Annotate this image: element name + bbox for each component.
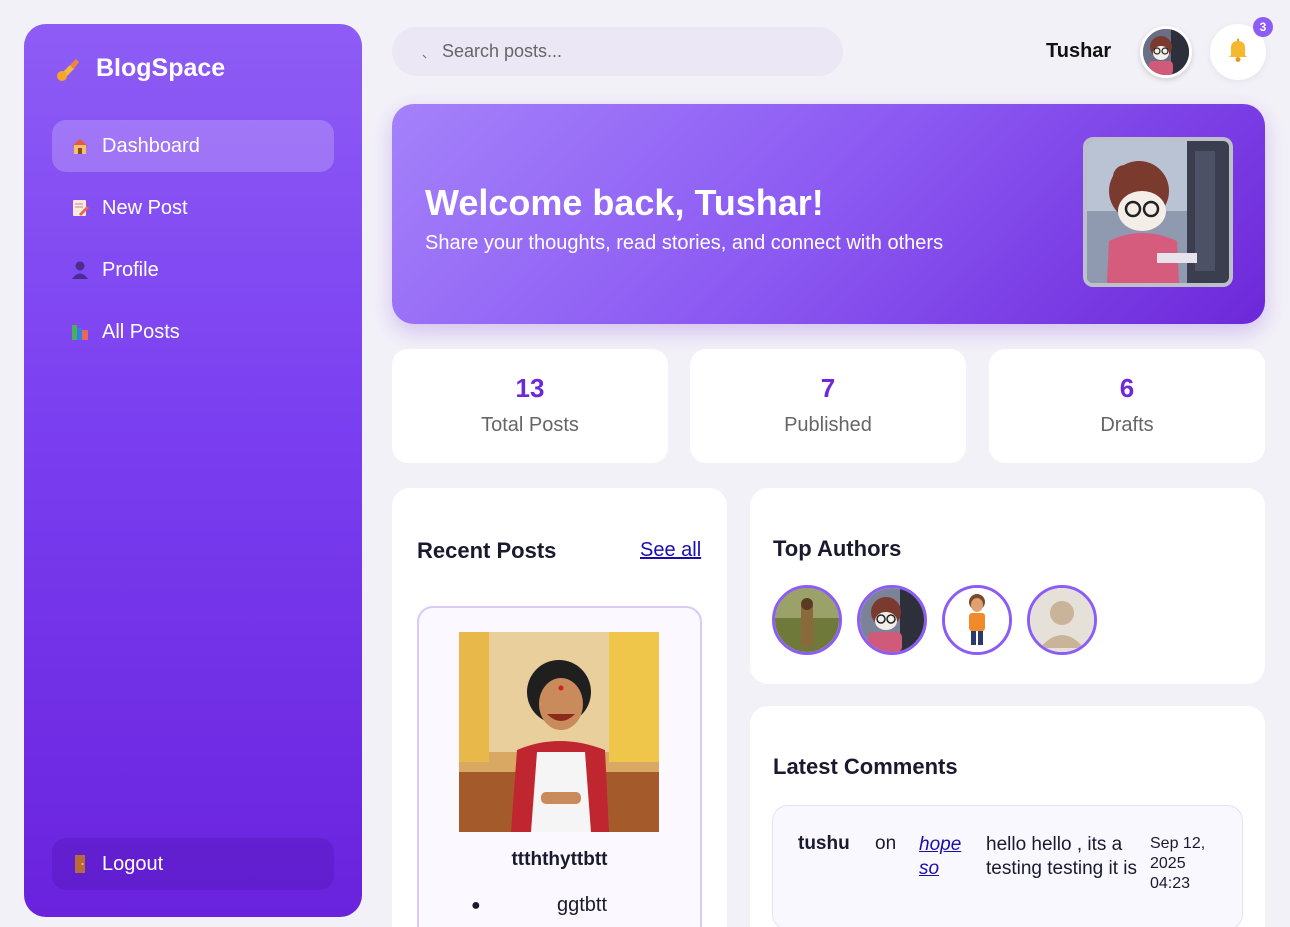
bullet-icon: ● — [471, 897, 481, 914]
comment-date: Sep 12, 2025 04:23 — [1150, 835, 1206, 892]
nav-item-new-post[interactable]: New Post — [52, 182, 334, 234]
stat-value: 6 — [1119, 373, 1135, 403]
author-avatar[interactable] — [857, 585, 927, 655]
search-input[interactable] — [442, 41, 822, 62]
latest-comments-panel: Latest Comments tushu on hope so hello h… — [750, 706, 1265, 927]
stat-label: Total Posts — [481, 414, 579, 436]
latest-comments-title: Latest Comments — [773, 754, 958, 779]
sidebar: BlogSpace Dashboard New Post Profile All… — [24, 24, 362, 917]
top-authors-panel: Top Authors — [750, 488, 1265, 684]
stat-label: Drafts — [1100, 414, 1154, 436]
nav-item-dashboard[interactable]: Dashboard — [52, 120, 334, 172]
welcome-banner: Welcome back, Tushar! Share your thought… — [392, 104, 1265, 324]
door-icon — [70, 854, 90, 874]
user-avatar[interactable] — [1140, 26, 1192, 78]
logout-button[interactable]: Logout — [52, 838, 334, 890]
stat-value: 7 — [820, 373, 836, 403]
stat-value: 13 — [515, 373, 545, 403]
brand-name: BlogSpace — [96, 54, 226, 82]
nav-item-profile[interactable]: Profile — [52, 244, 334, 296]
house-icon — [70, 136, 90, 156]
comment-on-label: on — [875, 833, 897, 854]
header-username: Tushar — [1046, 40, 1112, 62]
memo-icon — [70, 198, 90, 218]
bell-icon — [1224, 36, 1252, 69]
post-excerpt: ggtbtt — [557, 894, 608, 916]
stat-card-total-posts: 13 Total Posts — [392, 349, 668, 463]
author-avatar-default[interactable] — [1027, 585, 1097, 655]
welcome-title: Welcome back, Tushar! — [425, 182, 824, 223]
nav-label-new-post: New Post — [102, 196, 188, 219]
post-thumbnail — [459, 632, 659, 832]
search-icon — [420, 46, 432, 58]
writing-hand-icon — [54, 55, 82, 83]
author-avatar[interactable] — [772, 585, 842, 655]
profile-illustration — [1083, 137, 1233, 287]
post-title: ttththyttbtt — [511, 849, 608, 870]
comment-post-link[interactable]: hope so — [919, 833, 979, 881]
stat-card-drafts: 6 Drafts — [989, 349, 1265, 463]
comment-author: tushu — [798, 833, 850, 854]
nav-label-all-posts: All Posts — [102, 320, 180, 343]
user-silhouette-icon — [70, 260, 90, 280]
welcome-subtitle: Share your thoughts, read stories, and c… — [425, 232, 944, 254]
brand[interactable]: BlogSpace — [54, 54, 225, 83]
logout-label: Logout — [102, 852, 164, 875]
stat-label: Published — [784, 414, 872, 436]
books-icon — [70, 322, 90, 342]
author-avatar[interactable] — [942, 585, 1012, 655]
recent-posts-panel: Recent Posts See all ttththyttbtt ● ggtb… — [392, 488, 727, 927]
comment-text: hello hello , its a testing testing it i… — [986, 834, 1138, 879]
comment-item: tushu on hope so hello hello , its a tes… — [772, 805, 1243, 927]
nav-label-dashboard: Dashboard — [102, 134, 200, 157]
nav-label-profile: Profile — [102, 258, 159, 281]
stat-card-published: 7 Published — [690, 349, 966, 463]
nav-item-all-posts[interactable]: All Posts — [52, 306, 334, 358]
search-bar[interactable] — [392, 27, 843, 76]
notification-badge: 3 — [1253, 17, 1273, 37]
top-authors-title: Top Authors — [773, 536, 902, 561]
recent-posts-title: Recent Posts — [417, 538, 557, 563]
see-all-link[interactable]: See all — [640, 539, 701, 562]
post-card[interactable]: ttththyttbtt ● ggtbtt — [417, 606, 702, 927]
